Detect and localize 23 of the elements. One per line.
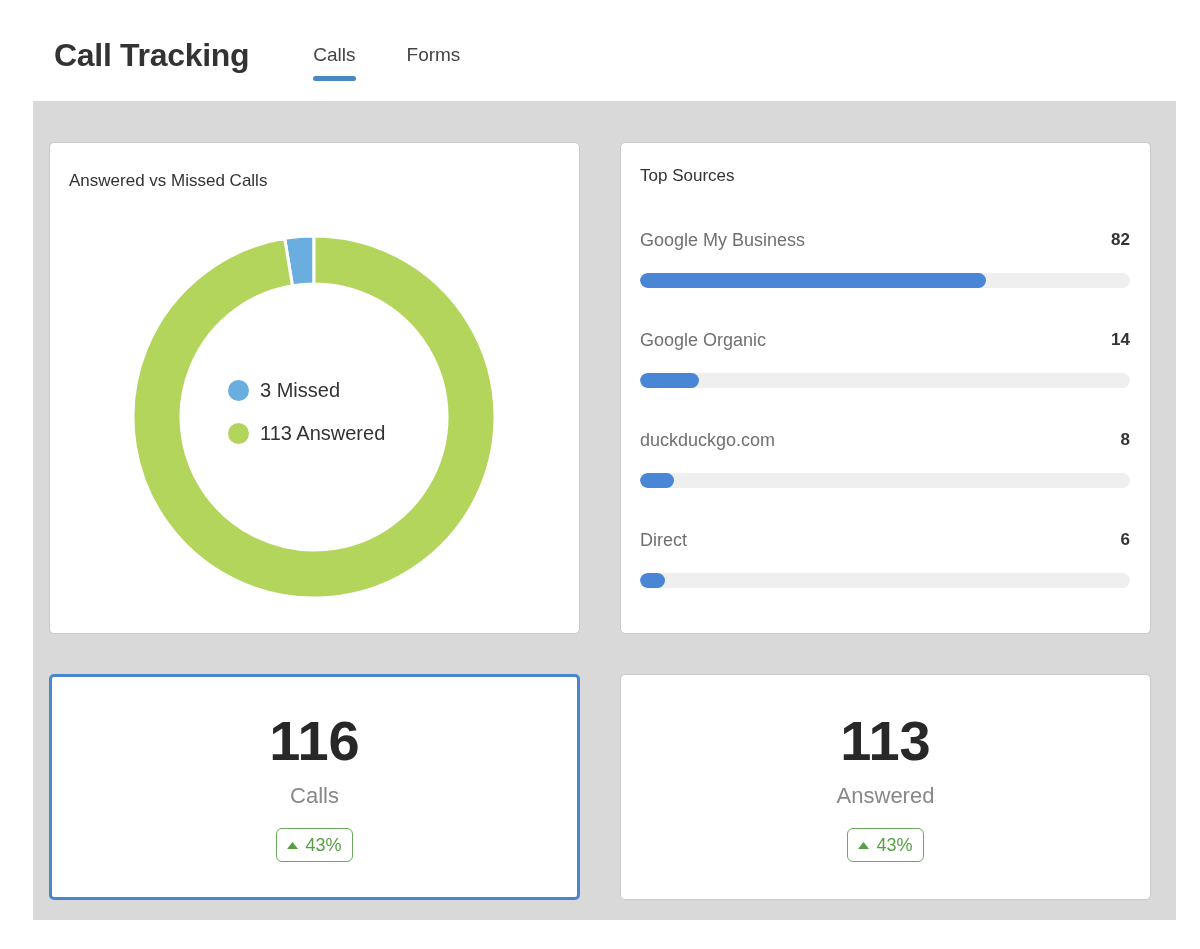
source-name: Direct [640,529,687,551]
stat-value: 116 [269,711,360,771]
source-name: duckduckgo.com [640,429,776,451]
card-title: Top Sources [640,166,736,186]
card-title: Answered vs Missed Calls [69,171,269,191]
page-title: Call Tracking [54,36,250,75]
stat-label: Answered [836,783,935,809]
tab[interactable]: Calls [313,44,356,81]
source-count: 14 [1111,329,1130,351]
source-count: 82 [1111,229,1130,251]
change-value: 43% [305,835,342,855]
stat-value: 113 [840,711,931,771]
tab[interactable]: Forms [406,44,461,81]
source-count: 6 [1120,529,1130,551]
stat-label: Calls [290,783,339,809]
source-name: Google Organic [640,329,767,351]
source-name: Google My Business [640,229,806,251]
stat-card[interactable]: 116 Calls 43% [49,674,580,900]
source-count: 8 [1120,429,1130,451]
change-value: 43% [876,835,913,855]
legend-label: 3 Missed [260,378,341,403]
stat-card[interactable]: 113 Answered 43% [620,674,1151,900]
legend-label: 113 Answered [260,421,386,446]
